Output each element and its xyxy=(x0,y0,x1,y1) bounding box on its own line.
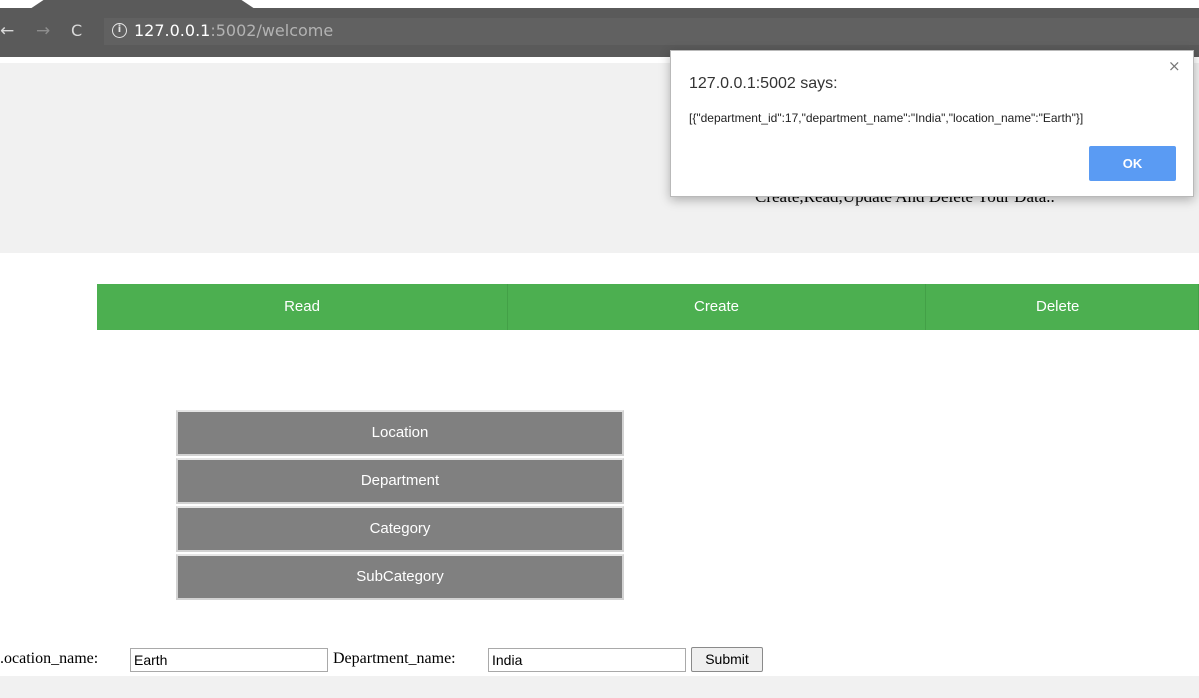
url-path: :5002/welcome xyxy=(210,21,334,40)
close-icon[interactable]: × xyxy=(1168,57,1181,75)
department-name-label: Department_name: xyxy=(333,650,456,667)
alert-dialog: 127.0.0.1:5002 says: × [{"department_id"… xyxy=(670,50,1194,197)
info-icon[interactable]: i xyxy=(112,23,127,38)
footer-bar xyxy=(0,676,1199,698)
forward-arrow-icon[interactable]: → xyxy=(36,21,50,41)
entity-menu: Location Department Category SubCategory xyxy=(176,410,624,602)
top-nav: Read Create Delete xyxy=(97,284,1199,330)
menu-item-subcategory[interactable]: SubCategory xyxy=(176,554,624,600)
nav-read-button[interactable]: Read xyxy=(97,284,508,330)
dialog-message: [{"department_id":17,"department_name":"… xyxy=(689,111,1084,125)
url-host: 127.0.0.1 xyxy=(134,21,211,40)
nav-create-button[interactable]: Create xyxy=(508,284,926,330)
back-arrow-icon[interactable]: ← xyxy=(0,21,14,41)
menu-item-category[interactable]: Category xyxy=(176,506,624,552)
nav-delete-button[interactable]: Delete xyxy=(926,284,1199,330)
location-name-label: .ocation_name: xyxy=(0,650,99,667)
department-name-input[interactable]: India xyxy=(488,648,686,672)
dialog-title: 127.0.0.1:5002 says: xyxy=(689,75,838,92)
submit-button[interactable]: Submit xyxy=(691,647,763,672)
url-text[interactable]: 127.0.0.1:5002/welcome xyxy=(134,21,333,41)
menu-item-department[interactable]: Department xyxy=(176,458,624,504)
ok-button[interactable]: OK xyxy=(1089,146,1176,181)
menu-item-location[interactable]: Location xyxy=(176,410,624,456)
reload-icon[interactable]: C xyxy=(71,21,82,41)
location-name-input[interactable]: Earth xyxy=(130,648,328,672)
create-form: .ocation_name: Earth Department_name: In… xyxy=(0,647,1199,672)
